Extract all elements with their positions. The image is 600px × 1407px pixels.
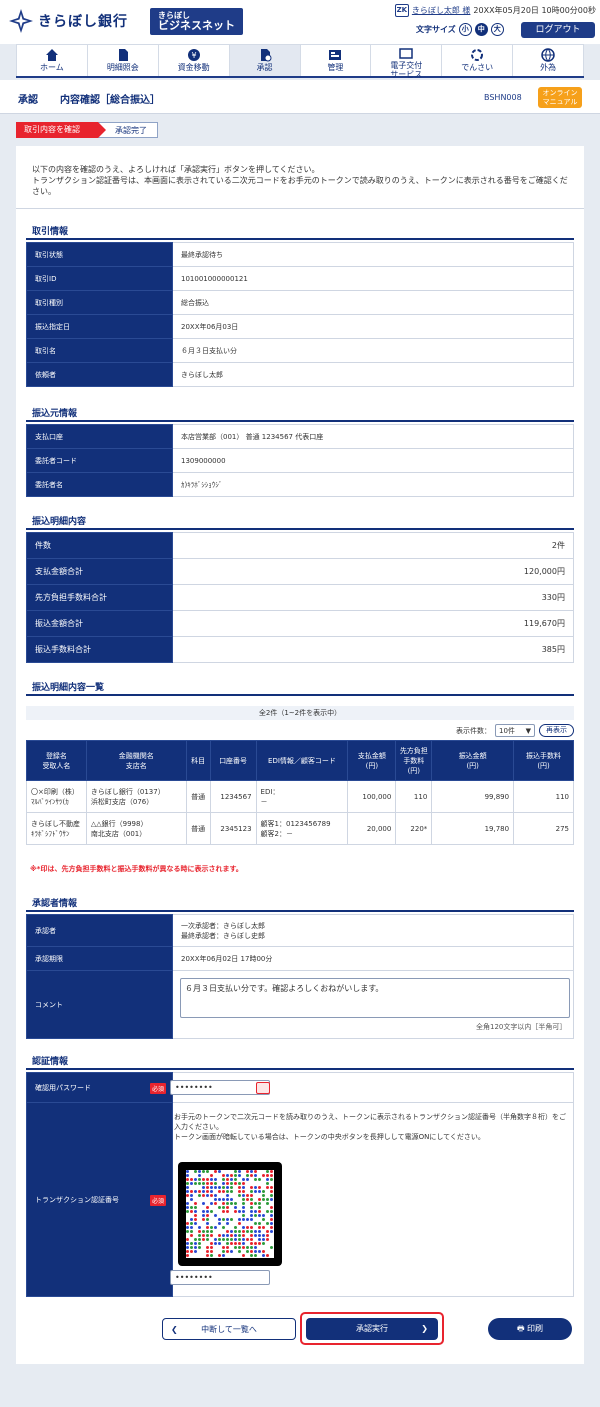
chevron-right-icon: ❯ xyxy=(421,1324,428,1333)
logout-button[interactable]: ログアウト xyxy=(521,22,595,38)
font-size-switcher: 文字サイズ 小 中 大 xyxy=(416,23,504,36)
login-datetime: 20XX年05月20日 10時00分00秒 xyxy=(473,6,596,15)
yen-icon: ¥ xyxy=(187,49,200,61)
font-size-medium-button[interactable]: 中 xyxy=(474,23,488,36)
nav-densai[interactable]: でんさい xyxy=(442,45,514,76)
printer-icon: 🖶 xyxy=(516,1324,528,1333)
tx-info-table: 取引状態 最終承認待ち 取引ID 101001000000121 取引種別 総合振込 … xyxy=(26,242,574,387)
chevron-down-icon: ▼ xyxy=(525,726,531,735)
back-to-list-button[interactable]: ❮ 中断して一覧へ xyxy=(162,1318,296,1340)
bank-logo[interactable]: きらぼし銀行 xyxy=(8,6,128,36)
per-page-select[interactable]: 10件 ▼ xyxy=(495,724,535,737)
table-row: 〇×印刷（株） ﾏﾙﾊﾞﾂｲﾝｻﾂ(ｶ きらぼし銀行（0137） 浜松町支店（0… xyxy=(26,780,574,813)
detail-summary-table: 件数 2件 支払金額合計 120,000円 先方負担手数料合計 330円 振込金額合計… xyxy=(26,532,574,663)
user-name-link[interactable]: きらぼし太郎 様 xyxy=(412,5,471,16)
user-info: ZK きらぼし太郎 様 20XX年05月20日 10時00分00秒 xyxy=(394,4,596,17)
intro-text: 以下の内容を確認のうえ、よろしければ「承認実行」ボタンを押してください。 トラン… xyxy=(32,165,568,196)
required-badge: 必須 xyxy=(149,1082,166,1094)
step-next: 承認完了 xyxy=(98,122,158,138)
nav-e-delivery[interactable]: 電子交付 サービス xyxy=(371,45,443,79)
result-count: 全2件（1~2件を表示中） xyxy=(26,706,574,720)
approve-button[interactable]: 承認実行 ❯ xyxy=(306,1318,438,1340)
nav-home[interactable]: ホーム xyxy=(16,45,88,76)
online-manual-button[interactable]: オンライン マニュアル xyxy=(538,87,582,108)
password-input[interactable]: •••••••• xyxy=(170,1080,270,1095)
footer xyxy=(0,1383,600,1407)
global-nav: ホーム 明細照会 ¥ 資金移動 承認 管理 電子交付 サービス でんさい 外為 xyxy=(16,44,584,79)
step-indicator: 取引内容を確認 承認完了 xyxy=(16,122,158,138)
qr-code-image xyxy=(178,1162,282,1266)
section-title: 振込明細内容 xyxy=(32,517,87,527)
header: きらぼし銀行 きらぼし ビジネスネット ZK きらぼし太郎 様 20XX年05月2… xyxy=(0,0,600,44)
main-panel: 以下の内容を確認のうえ、よろしければ「承認実行」ボタンを押してください。 トラン… xyxy=(16,146,584,1364)
page-title-bar: 承認 内容確認［総合振込］ BSHN008 オンライン マニュアル xyxy=(0,80,600,114)
section-title: 振込元情報 xyxy=(32,409,78,419)
token-instructions: お手元のトークンで二次元コードを読み取りのうえ、トークンに表示されるトランザクシ… xyxy=(174,1113,566,1141)
user-type-icon: ZK xyxy=(394,4,409,17)
densai-icon xyxy=(471,49,484,61)
font-size-small-button[interactable]: 小 xyxy=(458,23,472,36)
delivery-icon xyxy=(399,48,414,59)
step-current: 取引内容を確認 xyxy=(16,122,106,138)
svg-text:¥: ¥ xyxy=(191,51,196,60)
home-icon xyxy=(45,49,58,61)
forex-icon xyxy=(541,48,555,62)
nav-approval[interactable]: 承認 xyxy=(229,45,301,76)
redisplay-button[interactable]: 再表示 xyxy=(539,724,574,737)
nav-statements[interactable]: 明細照会 xyxy=(88,45,159,76)
list-controls: 表示件数： 10件 ▼ 再表示 xyxy=(456,724,574,737)
transaction-code-input[interactable]: •••••••• xyxy=(170,1270,270,1285)
font-size-large-button[interactable]: 大 xyxy=(490,23,504,36)
fee-note: ※*印は、先方負担手数料と振込手数料が異なる時に表示されます。 xyxy=(30,865,243,873)
section-title: 振込明細内容一覧 xyxy=(32,683,105,693)
section-title: 承認 xyxy=(18,95,38,106)
source-info-table: 支払口座 本店営業部（001） 普通 1234567 代表口座 委託者コード 130… xyxy=(26,424,574,497)
comment-textarea[interactable]: ６月３日支払い分です。確認よろしくおねがいします。 xyxy=(180,978,570,1018)
section-title: 認証情報 xyxy=(32,1057,69,1067)
section-title: 承認者情報 xyxy=(32,899,78,909)
document-icon xyxy=(118,49,128,61)
transfer-detail-list: 登録名 受取人名 金融機関名 支店名 科目 口座番号 EDI情報／顧客コード 支… xyxy=(26,740,574,845)
manage-icon xyxy=(329,50,342,60)
approver-info-table: 承認者 一次承認者：きらぼし太郎 最終承認者：きらぼし史郎 承認期限 20XX年06… xyxy=(26,914,574,1039)
nav-transfer[interactable]: ¥ 資金移動 xyxy=(159,45,230,76)
nav-manage[interactable]: 管理 xyxy=(301,45,372,76)
table-row: きらぼし不動産 ｷﾗﾎﾞｼﾌﾄﾞｳｻﾝ △△銀行（9998） 南北支店（001）… xyxy=(26,812,574,845)
page-title: 内容確認［総合振込］ xyxy=(60,95,160,106)
chevron-left-icon: ❮ xyxy=(171,1325,178,1334)
nav-forex[interactable]: 外為 xyxy=(513,45,584,76)
business-net-logo: きらぼし ビジネスネット xyxy=(150,8,243,35)
kiraboshi-star-icon xyxy=(9,9,33,33)
print-button[interactable]: 🖶 印刷 xyxy=(488,1318,572,1340)
section-title: 取引情報 xyxy=(32,227,69,237)
bank-name: きらぼし銀行 xyxy=(38,14,128,30)
approval-icon xyxy=(260,49,272,62)
comment-limit-note: 全角120文字以内［半角可］ xyxy=(476,1023,567,1031)
required-badge: 必須 xyxy=(149,1194,166,1206)
software-keyboard-icon[interactable] xyxy=(256,1082,270,1094)
screen-id: BSHN008 xyxy=(484,93,522,102)
auth-info-table: 確認用パスワード 必須 トランザクション認証番号 必須 xyxy=(26,1072,574,1297)
